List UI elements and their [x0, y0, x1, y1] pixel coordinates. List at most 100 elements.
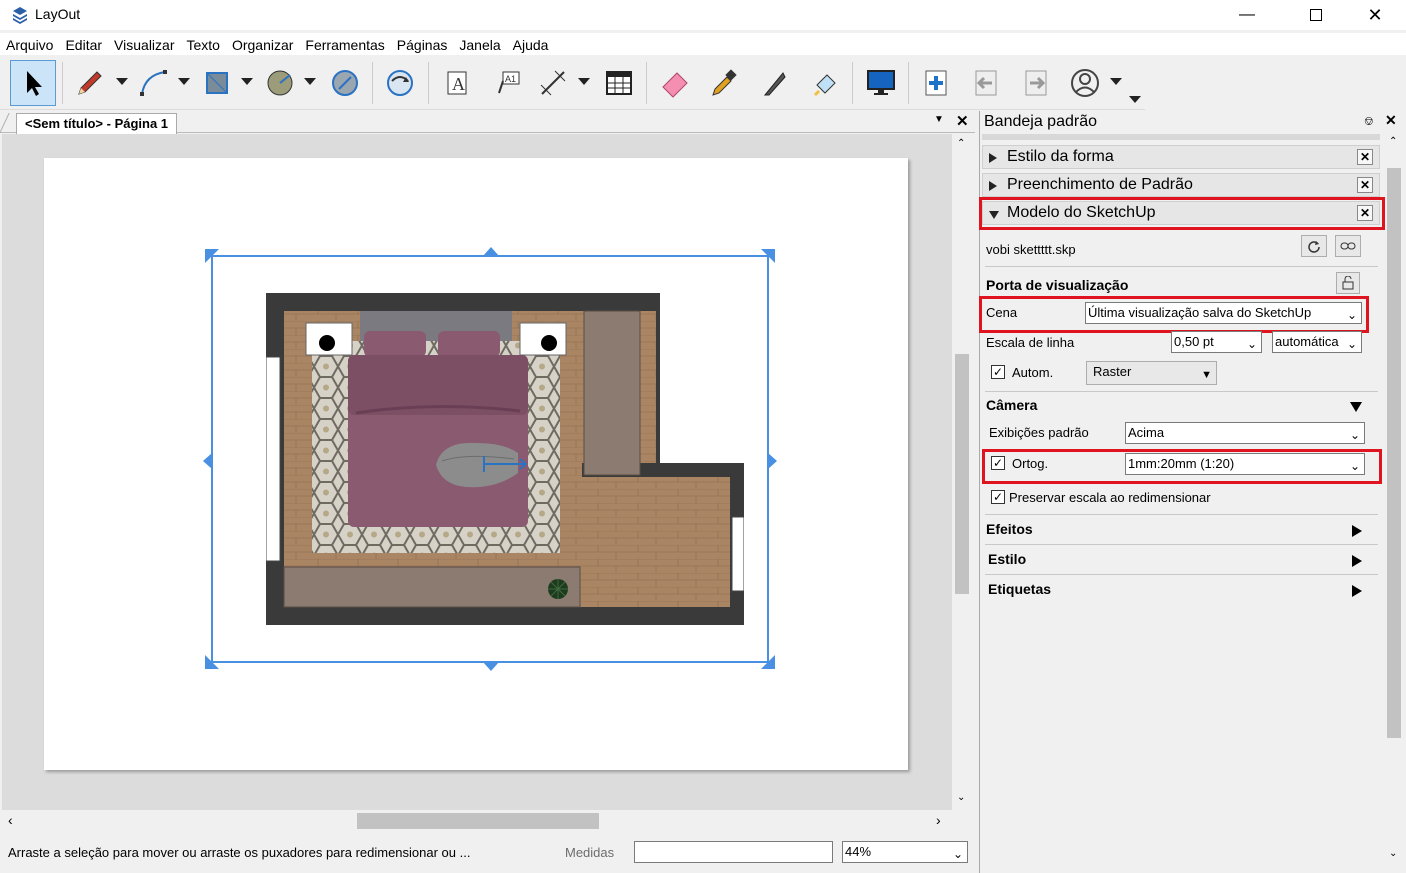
dimension-tool-dropdown[interactable] [578, 78, 590, 85]
close-tray-icon[interactable]: ✕ [1385, 112, 1397, 129]
follow-me-tool-button[interactable] [377, 60, 423, 106]
scroll-right-icon[interactable]: › [936, 812, 941, 828]
page-paper[interactable] [44, 158, 908, 770]
close-section-icon[interactable]: ✕ [1357, 177, 1373, 193]
camera-collapse-icon[interactable] [1350, 402, 1362, 412]
tab-list-dropdown-icon[interactable]: ▼ [934, 114, 944, 125]
menu-arquivo[interactable]: Arquivo [0, 33, 59, 55]
next-page-button[interactable] [1013, 60, 1059, 106]
update-model-button[interactable] [1301, 235, 1327, 257]
section-shape-style[interactable]: Estilo da forma ✕ [982, 145, 1380, 169]
tray-scroll-thumb[interactable] [1387, 168, 1401, 738]
render-mode-select[interactable]: Raster ▼ [1086, 361, 1217, 385]
lock-button[interactable] [1336, 272, 1360, 294]
pin-icon[interactable]: ⎊ [1364, 114, 1374, 129]
rectangle-tool-dropdown[interactable] [241, 78, 253, 85]
close-section-icon[interactable]: ✕ [1357, 149, 1373, 165]
tray-scrollbar[interactable]: ⌃ ⌄ [1384, 134, 1404, 870]
effects-expand-icon[interactable] [1352, 525, 1362, 537]
auto-checkbox[interactable]: ✓ [991, 365, 1005, 379]
resize-handle-top-left[interactable] [205, 249, 219, 263]
tags-header[interactable]: Etiquetas [988, 581, 1051, 597]
add-page-button[interactable] [913, 60, 959, 106]
canvas-horizontal-scrollbar[interactable]: ‹ › [2, 810, 972, 832]
horizontal-scroll-thumb[interactable] [357, 813, 599, 829]
previous-page-button[interactable] [963, 60, 1009, 106]
menu-editar[interactable]: Editar [59, 33, 108, 55]
relink-model-button[interactable] [1335, 235, 1361, 257]
scroll-left-icon[interactable]: ‹ [8, 812, 13, 828]
style-expand-icon[interactable] [1352, 555, 1362, 567]
previous-page-icon [975, 70, 997, 96]
resize-handle-top-right[interactable] [761, 249, 775, 263]
camera-header: Câmera [986, 397, 1038, 413]
render-mode-value: Raster [1093, 364, 1132, 379]
tags-expand-icon[interactable] [1352, 585, 1362, 597]
table-tool-button[interactable] [596, 60, 642, 106]
account-button[interactable] [1062, 60, 1108, 106]
select-tool-button[interactable] [10, 60, 56, 106]
menu-ajuda[interactable]: Ajuda [507, 33, 555, 55]
minimize-button[interactable]: — [1224, 0, 1270, 30]
scroll-up-icon[interactable]: ⌃ [957, 138, 965, 149]
line-tool-dropdown[interactable] [116, 78, 128, 85]
link-icon [1340, 242, 1356, 250]
standard-views-select[interactable]: Acima ⌄ [1125, 422, 1365, 444]
split-tool-button[interactable] [752, 60, 798, 106]
document-tab[interactable]: <Sem título> - Página 1 [16, 113, 178, 134]
style-header[interactable]: Estilo [988, 551, 1026, 567]
measures-input[interactable] [634, 841, 833, 863]
vertical-scroll-thumb[interactable] [955, 354, 969, 594]
toolbar-overflow-icon[interactable] [1129, 96, 1141, 103]
document-canvas[interactable] [2, 134, 952, 810]
maximize-icon [1310, 9, 1322, 21]
tray-scroll-up-icon[interactable]: ⌃ [1389, 136, 1397, 147]
eraser-tool-button[interactable] [652, 60, 698, 106]
text-tool-button[interactable]: A [433, 60, 479, 106]
arc-tool-button[interactable] [130, 60, 176, 106]
document-tab-bar: <Sem título> - Página 1 ▼ ✕ [0, 111, 975, 134]
presentation-tool-button[interactable] [858, 60, 904, 106]
zoom-select[interactable]: 44% ⌄ [842, 841, 968, 863]
resize-handle-bottom-left[interactable] [205, 655, 219, 669]
selection-bounding-box[interactable] [203, 247, 777, 671]
close-window-button[interactable]: ✕ [1352, 0, 1398, 30]
circle-tool-dropdown[interactable] [304, 78, 316, 85]
arc-tool-dropdown[interactable] [178, 78, 190, 85]
scroll-down-icon[interactable]: ⌄ [957, 792, 965, 803]
canvas-vertical-scrollbar[interactable]: ⌃ ⌄ [952, 134, 972, 810]
close-tab-icon[interactable]: ✕ [956, 112, 969, 130]
menu-texto[interactable]: Texto [180, 33, 225, 55]
section-pattern-fill[interactable]: Preenchimento de Padrão ✕ [982, 173, 1380, 197]
dimension-tool-button[interactable] [530, 60, 576, 106]
label-tool-button[interactable]: A1 [484, 60, 530, 106]
effects-header[interactable]: Efeitos [986, 521, 1033, 537]
sample-style-tool-button[interactable] [700, 60, 746, 106]
rectangle-tool-button[interactable] [194, 60, 240, 106]
layout-app-icon [12, 6, 28, 27]
line-scale-select[interactable]: 0,50 pt ⌄ [1171, 331, 1262, 353]
line-scale-mode-select[interactable]: automática ⌄ [1272, 331, 1362, 353]
join-tool-button[interactable] [802, 60, 848, 106]
move-handle-icon[interactable] [476, 455, 532, 473]
menu-janela[interactable]: Janela [453, 33, 506, 55]
account-dropdown[interactable] [1110, 78, 1122, 85]
resize-handle-bottom[interactable] [483, 662, 499, 671]
preserve-scale-label: Preservar escala ao redimensionar [1009, 490, 1211, 505]
tray-scroll-down-icon[interactable]: ⌄ [1389, 848, 1397, 859]
circle-tool-button[interactable] [257, 60, 303, 106]
maximize-button[interactable] [1293, 0, 1339, 30]
preserve-scale-checkbox[interactable]: ✓ [991, 490, 1005, 504]
menu-paginas[interactable]: Páginas [391, 33, 454, 55]
tray-title: Bandeja padrão [984, 113, 1097, 130]
resize-handle-bottom-right[interactable] [761, 655, 775, 669]
line-tool-button[interactable] [66, 60, 112, 106]
menu-ferramentas[interactable]: Ferramentas [299, 33, 390, 55]
measures-label: Medidas [565, 845, 615, 860]
menu-visualizar[interactable]: Visualizar [108, 33, 180, 55]
resize-handle-top[interactable] [483, 247, 499, 256]
menu-organizar[interactable]: Organizar [226, 33, 299, 55]
resize-handle-right[interactable] [768, 453, 777, 469]
resize-handle-left[interactable] [203, 453, 212, 469]
polygon-tool-button[interactable] [322, 60, 368, 106]
